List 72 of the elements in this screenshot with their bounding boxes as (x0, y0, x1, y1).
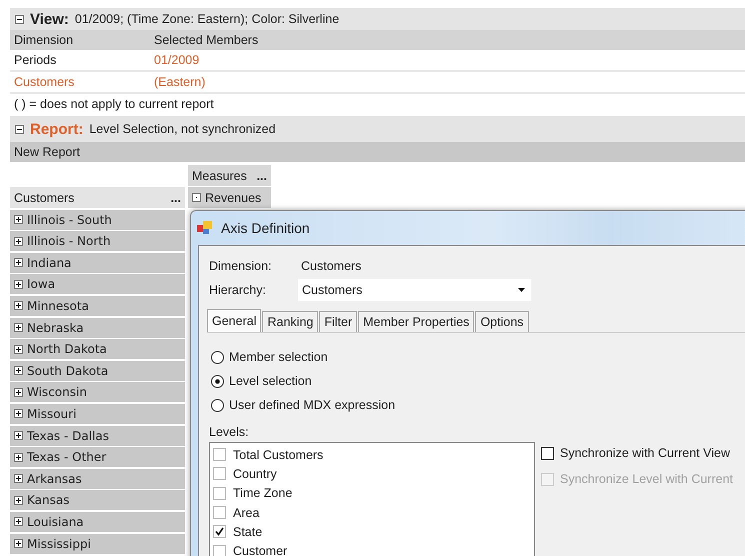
member-link[interactable]: 01/2009 (154, 53, 200, 67)
row-member[interactable]: Kansas (27, 493, 70, 508)
collapse-icon[interactable] (15, 14, 24, 24)
tab[interactable]: Options (475, 311, 529, 332)
checkbox[interactable] (213, 506, 226, 520)
field-value: Customers (301, 259, 362, 273)
level-label: Country (233, 466, 277, 481)
level-label: State (233, 524, 262, 539)
option-label: Synchronize Level with Current (560, 472, 733, 486)
expand-icon[interactable] (14, 280, 23, 289)
row-member[interactable]: Indiana (27, 256, 72, 270)
app-icon (197, 221, 213, 235)
view-summary: 01/2009; (Time Zone: Eastern); Color: Silverline (74, 12, 340, 26)
columns-header[interactable]: Measures ... (188, 165, 271, 186)
tab[interactable]: General (207, 309, 262, 332)
report-summary: Level Selection, not synchronized (89, 122, 276, 136)
level-label: Area (233, 506, 260, 520)
measure-label: Revenues (205, 190, 262, 204)
dimension-name: Customers (14, 75, 76, 89)
dialog-title: Axis Definition (221, 220, 310, 236)
tab[interactable]: Filter (319, 311, 358, 332)
expander-icon[interactable] (192, 193, 201, 202)
option-label: Synchronize with Current View (560, 446, 730, 460)
expand-icon[interactable] (14, 431, 23, 440)
rows-header[interactable]: Customers ... (10, 187, 185, 208)
expand-icon[interactable] (14, 344, 23, 354)
measure-header[interactable]: Revenues (188, 187, 271, 208)
dimension-name: Periods (14, 53, 58, 67)
checkbox[interactable] (213, 448, 226, 462)
expand-icon[interactable] (14, 323, 23, 332)
section-title: Report: (30, 120, 84, 138)
option-label: Level selection (229, 374, 312, 388)
dropdown-arrow-icon[interactable] (518, 288, 525, 292)
expand-icon[interactable] (14, 452, 23, 462)
expand-icon[interactable] (14, 517, 23, 526)
expand-icon[interactable] (14, 388, 23, 397)
expand-icon[interactable] (14, 409, 23, 418)
expand-icon[interactable] (14, 215, 23, 224)
expand-icon[interactable] (14, 366, 23, 376)
checkbox[interactable] (213, 467, 226, 480)
checkbox[interactable] (541, 446, 554, 460)
checkbox[interactable] (213, 544, 226, 556)
radio-button[interactable] (211, 398, 224, 412)
tab[interactable]: Member Properties (358, 311, 474, 332)
column-header: Dimension (14, 33, 74, 47)
radio-button[interactable] (211, 374, 224, 388)
field-label: Dimension: (209, 259, 273, 273)
expand-icon[interactable] (14, 301, 23, 310)
level-label: Total Customers (233, 448, 324, 462)
member-link[interactable]: (Eastern) (154, 75, 206, 89)
hierarchy-dropdown[interactable]: Customers (298, 279, 531, 301)
field-label: Hierarchy: (209, 283, 267, 297)
legend-note: ( ) = does not apply to current report (14, 97, 214, 111)
tab[interactable]: Ranking (262, 311, 318, 332)
checkbox[interactable] (213, 486, 226, 500)
report-name: New Report (10, 142, 745, 162)
column-header: Selected Members (154, 33, 258, 47)
levels-label: Levels: (209, 425, 249, 439)
option-label: Member selection (229, 350, 328, 364)
row-member[interactable]: Iowa (27, 277, 56, 292)
level-label: Customer (233, 544, 288, 556)
expand-icon[interactable] (14, 496, 23, 505)
checkbox[interactable] (213, 525, 226, 538)
expand-icon[interactable] (14, 258, 23, 268)
radio-button[interactable] (211, 350, 224, 364)
collapse-icon[interactable] (15, 124, 24, 134)
expand-icon[interactable] (14, 539, 23, 548)
level-label: Time Zone (233, 486, 292, 500)
option-label: User defined MDX expression (229, 398, 396, 412)
expand-icon[interactable] (14, 236, 23, 246)
expand-icon[interactable] (14, 474, 23, 484)
section-title: View: (30, 10, 69, 28)
